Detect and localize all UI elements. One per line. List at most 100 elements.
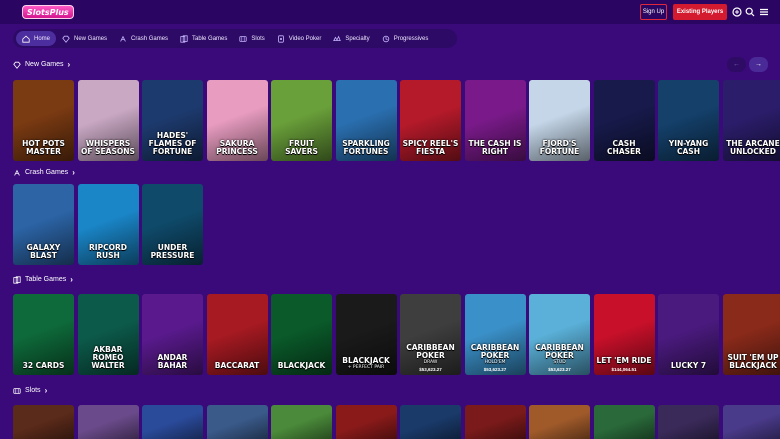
chat-icon[interactable] [732,7,742,17]
game-tile[interactable] [529,405,590,439]
game-tile[interactable] [13,405,74,439]
game-tile[interactable]: BACCARAT [206,294,268,375]
game-tile[interactable]: FRUIT SAVERS [271,80,332,161]
game-tile[interactable] [271,405,332,439]
game-tile[interactable]: SPICY REEL'S FIESTA [400,80,461,161]
game-tile[interactable]: 32 CARDS [13,294,74,375]
game-title: HADES' FLAMES OF FORTUNE [142,132,203,161]
game-name: CARIBBEAN POKER [406,343,455,360]
game-name: SAKURA PRINCESS [216,139,258,156]
nav-progressives[interactable]: Progressives [376,31,435,46]
game-tile[interactable] [206,405,268,439]
game-tile[interactable]: SUIT 'EM UP BLACKJACK [722,294,780,375]
game-name: YIN-YANG CASH [668,139,709,156]
nav-label: Video Poker [288,35,322,42]
game-tile[interactable] [658,405,719,439]
nav-table-games[interactable]: Table Games [174,31,233,46]
slots-row [13,405,780,439]
cards-icon [13,275,21,284]
game-name: RIPCORD RUSH [89,243,127,260]
game-tile[interactable]: SPARKLING FORTUNES [335,80,397,161]
game-title: YIN-YANG CASH [658,140,719,161]
game-tile[interactable]: HOT POTS MASTER [13,80,74,161]
nav-slots[interactable]: Slots [233,31,270,46]
game-title: CASH CHASER [594,140,655,161]
new-games-carousel-controls: ← → [727,57,768,72]
carousel-prev-button[interactable]: ← [727,57,746,72]
game-tile[interactable]: BLACKJACK + PERFECT PAIR [335,294,397,375]
section-title-table-games[interactable]: Table Games › [13,275,73,284]
game-subtitle: STUD [553,360,566,365]
game-tile[interactable]: HADES' FLAMES OF FORTUNE [142,80,203,161]
game-tile[interactable] [142,405,203,439]
house-icon [22,35,30,43]
chevron-right-icon: › [70,275,73,284]
section-title-slots[interactable]: Slots › [13,386,47,395]
nav-label: Crash Games [131,35,169,42]
section-title-crash-games[interactable]: Crash Games › [13,168,75,177]
slot-icon [239,35,248,42]
game-tile[interactable]: FJORD'S FORTUNE [529,80,590,161]
game-tile[interactable]: THE ARCANE UNLOCKED [722,80,780,161]
menu-icon[interactable] [759,7,769,17]
nav-home[interactable]: Home [16,31,57,46]
game-title: THE CASH IS RIGHT [465,140,526,161]
game-tile[interactable]: LUCKY 7 [658,294,719,375]
game-tile[interactable] [464,405,526,439]
game-name: SPICY REEL'S FIESTA [402,139,459,156]
game-tile[interactable]: CARIBBEAN POKER HOLD'EM $53,623.27 [464,294,526,375]
game-tile[interactable]: YIN-YANG CASH [658,80,719,161]
game-subtitle: + PERFECT PAIR [347,365,385,370]
nav-specialty[interactable]: Specialty [327,31,375,46]
game-title: GALAXY BLAST [13,244,74,265]
crash-games-row: GALAXY BLAST RIPCORD RUSH UNDER PRESSURE [13,184,203,265]
carousel-next-button[interactable]: → [749,57,768,72]
game-title: SPICY REEL'S FIESTA [400,140,461,161]
section-title-new-games[interactable]: New Games › [13,60,70,69]
game-tile[interactable] [722,405,780,439]
nav-label: New Games [74,35,108,42]
game-tile[interactable]: BLACKJACK [271,294,332,375]
game-tile[interactable] [593,405,655,439]
game-title: BACCARAT [207,362,268,375]
game-tile[interactable]: CARIBBEAN POKER STUD $53,623.27 [529,294,590,375]
game-tile[interactable]: SAKURA PRINCESS [206,80,268,161]
game-title: AKBAR ROMEO WALTER [78,346,139,375]
game-name: BLACKJACK [342,356,390,365]
nav-video-poker[interactable]: Video Poker [271,31,328,46]
nav-crash-games[interactable]: Crash Games [113,31,174,46]
nav-new-games[interactable]: New Games [56,31,113,46]
game-tile[interactable]: AKBAR ROMEO WALTER [77,294,139,375]
sign-up-button[interactable]: Sign Up [640,4,667,20]
game-title: UNDER PRESSURE [142,244,203,265]
progressive-icon [382,35,389,42]
game-title: SUIT 'EM UP BLACKJACK [723,354,780,375]
game-tile[interactable]: GALAXY BLAST [13,184,74,265]
game-tile[interactable]: THE CASH IS RIGHT [464,80,526,161]
game-tile[interactable]: LET 'EM RIDE $144,064.51 [593,294,655,375]
game-tile[interactable]: ANDAR BAHAR [142,294,203,375]
game-title: ANDAR BAHAR [142,354,203,375]
game-name: CASH CHASER [607,139,641,156]
nav-label: Slots [251,35,265,42]
jackpot-amount: $53,623.27 [419,367,442,372]
chevron-right-icon: › [44,386,48,395]
game-name: LET 'EM RIDE [596,356,652,365]
game-tile[interactable]: CARIBBEAN POKER DRAW $53,623.27 [400,294,461,375]
game-tile[interactable]: RIPCORD RUSH [77,184,139,265]
slotsplus-logo[interactable]: SlotsPlus [22,5,74,19]
game-tile[interactable] [400,405,461,439]
rocket-icon [120,35,126,42]
game-tile[interactable] [335,405,397,439]
search-icon[interactable] [745,7,755,17]
game-name: SUIT 'EM UP BLACKJACK [727,353,779,370]
existing-players-button[interactable]: Existing Players [673,4,727,20]
game-tile[interactable] [77,405,139,439]
rocket-icon [14,169,20,176]
nav-label: Home [34,35,51,42]
game-title: 32 CARDS [13,362,74,375]
game-tile[interactable]: WHISPERS OF SEASONS [77,80,139,161]
game-tile[interactable]: CASH CHASER [593,80,655,161]
game-name: GALAXY BLAST [26,243,61,260]
game-tile[interactable]: UNDER PRESSURE [142,184,203,265]
